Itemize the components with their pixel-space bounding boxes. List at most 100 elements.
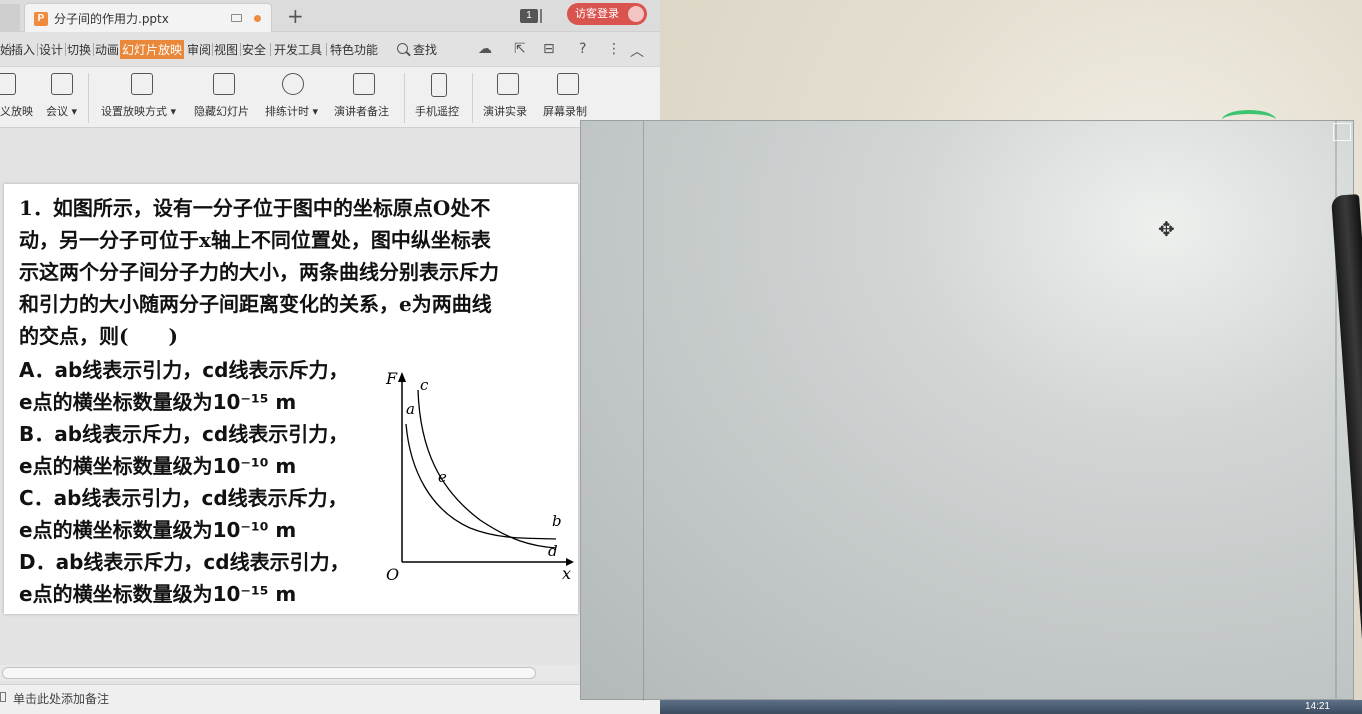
menu-security[interactable]: 安全: [242, 41, 266, 58]
menu-view[interactable]: 视图: [214, 41, 238, 58]
hide-slide-label: 隐藏幻灯片: [194, 105, 249, 118]
screen-record-label: 屏幕录制: [543, 105, 587, 118]
speaker-notes-icon: [353, 73, 375, 95]
ribbon-divider: [404, 73, 405, 123]
export-icon[interactable]: ⊟: [543, 41, 555, 57]
guest-login-button[interactable]: 访客登录: [567, 3, 647, 25]
meeting-label: 会议 ▾: [46, 105, 78, 118]
menu-developer[interactable]: 开发工具: [274, 41, 322, 58]
phone-remote-button[interactable]: 手机遥控: [412, 67, 468, 129]
stopwatch-icon: [282, 73, 304, 95]
ribbon-divider: [88, 73, 89, 123]
guest-login-label: 访客登录: [575, 7, 619, 20]
menu-divider: [240, 43, 241, 56]
curve-label-a: a: [406, 400, 415, 418]
cloud-icon[interactable]: ☁: [478, 41, 492, 57]
notes-bar[interactable]: 单击此处添加备注: [0, 684, 660, 714]
question-line-4: 和引力的大小随两分子间距离变化的关系，e为两曲线: [19, 292, 492, 316]
menu-divider: [212, 43, 213, 56]
curve-ab: [405, 423, 557, 540]
menu-insert[interactable]: 插入: [11, 41, 35, 58]
custom-slideshow-button[interactable]: 义放映: [0, 67, 40, 129]
meeting-button[interactable]: 会议 ▾: [44, 67, 80, 129]
question-line-3: 示这两个分子间分子力的大小，两条曲线分别表示斥力: [19, 260, 499, 284]
hide-slide-button[interactable]: 隐藏幻灯片: [190, 67, 256, 129]
notes-icon: [0, 692, 6, 702]
curve-label-d: d: [548, 542, 558, 560]
speaker-notes-button[interactable]: 演讲者备注: [330, 67, 398, 129]
hide-slide-icon: [213, 73, 235, 95]
menu-slideshow[interactable]: 幻灯片放映: [120, 40, 185, 59]
option-b-line-1: B．ab线表示斥力，cd线表示引力，: [19, 422, 349, 446]
search-icon[interactable]: [397, 43, 408, 54]
curve-label-c: c: [420, 376, 429, 394]
slideshow-settings-button[interactable]: 设置放映方式 ▾: [98, 67, 184, 129]
expand-icon[interactable]: [1333, 123, 1351, 141]
menu-divider: [93, 43, 94, 56]
unsaved-dot-icon[interactable]: [254, 15, 261, 22]
menu-divider: [65, 43, 66, 56]
option-b-line-2: e点的横坐标数量级为10⁻¹⁰ m: [19, 454, 297, 478]
option-a-line-2: e点的横坐标数量级为10⁻¹⁵ m: [19, 390, 297, 414]
slideshow-settings-label: 设置放映方式 ▾: [101, 105, 177, 118]
video-camera-icon: [497, 73, 519, 95]
screen-record-icon: [557, 73, 579, 95]
more-icon[interactable]: ⋮: [607, 41, 621, 57]
slide[interactable]: 1．如图所示，设有一分子位于图中的坐标原点O处不 动，另一分子可位于x轴上不同位…: [4, 184, 578, 614]
custom-slideshow-icon: [0, 73, 16, 95]
origin-label: O: [386, 565, 399, 584]
monitor-icon[interactable]: [231, 14, 242, 22]
curve-label-b: b: [552, 512, 562, 530]
move-cursor-icon: ✥: [1158, 217, 1175, 241]
option-d-line-2: e点的横坐标数量级为10⁻¹⁵ m: [19, 582, 297, 606]
camera-overlay-window[interactable]: ✥: [580, 120, 1362, 701]
horizontal-scrollbar[interactable]: [0, 665, 580, 681]
option-d-line-1: D．ab线表示斥力，cd线表示引力，: [19, 550, 350, 574]
lecture-record-button[interactable]: 演讲实录: [480, 67, 536, 129]
menu-divider: [37, 43, 38, 56]
previous-tab-stub[interactable]: [0, 4, 20, 32]
lecture-record-label: 演讲实录: [483, 105, 527, 118]
menu-special[interactable]: 特色功能: [330, 41, 378, 58]
question-line-1: 1．如图所示，设有一分子位于图中的坐标原点O处不: [19, 196, 491, 220]
y-axis-label: F: [385, 370, 398, 388]
x-axis-label: x: [562, 564, 571, 583]
collapse-ribbon-icon[interactable]: ︿: [630, 41, 644, 61]
speaker-notes-label: 演讲者备注: [334, 105, 389, 118]
window-count-badge[interactable]: 1: [520, 9, 538, 23]
option-a-line-1: A．ab线表示引力，cd线表示斥力，: [19, 358, 349, 382]
rehearse-timing-label: 排练计时 ▾: [265, 105, 319, 118]
y-axis-arrow-icon: [398, 372, 406, 382]
search-label[interactable]: 查找: [413, 41, 437, 58]
phone-icon: [431, 73, 447, 97]
slideshow-settings-icon: [131, 73, 153, 95]
camera-edge-line: [643, 121, 644, 701]
menu-design[interactable]: 设计: [39, 41, 63, 58]
notes-placeholder[interactable]: 单击此处添加备注: [13, 690, 109, 707]
taskbar-clock: 14:21: [1304, 701, 1330, 712]
help-icon[interactable]: ?: [579, 41, 586, 57]
menu-divider: [326, 43, 327, 56]
question-line-5: 的交点，则( ): [19, 324, 178, 348]
question-line-2: 动，另一分子可位于x轴上不同位置处，图中纵坐标表: [19, 228, 491, 252]
rehearse-timing-button[interactable]: 排练计时 ▾: [262, 67, 324, 129]
ribbon-toolbar: 义放映 会议 ▾ 设置放映方式 ▾ 隐藏幻灯片 排练计时 ▾ 演讲者备注 手机遥…: [0, 66, 660, 128]
custom-slideshow-label: 义放映: [0, 105, 33, 118]
document-tab-title: 分子间的作用力.pptx: [54, 12, 169, 26]
menu-divider: [9, 43, 10, 56]
intersection-label-e: e: [438, 468, 447, 486]
document-tab[interactable]: P 分子间的作用力.pptx: [24, 3, 272, 32]
new-tab-button[interactable]: +: [287, 4, 304, 28]
phone-remote-label: 手机遥控: [415, 105, 459, 118]
option-c-line-2: e点的横坐标数量级为10⁻¹⁰ m: [19, 518, 297, 542]
meeting-icon: [51, 73, 73, 95]
scrollbar-thumb[interactable]: [2, 667, 536, 679]
share-icon[interactable]: ⇱: [514, 41, 526, 57]
presentation-file-icon: P: [34, 12, 48, 26]
force-distance-graph: F x O a c e b d: [385, 370, 574, 584]
menu-review[interactable]: 审阅: [187, 41, 211, 58]
menu-animation[interactable]: 动画: [95, 41, 119, 58]
menu-bar: 始 插入 设计 切换 动画 幻灯片放映 审阅 视图 安全 开发工具 特色功能 查…: [0, 37, 660, 61]
taskbar: 14:21: [660, 700, 1362, 714]
menu-transition[interactable]: 切换: [67, 41, 91, 58]
